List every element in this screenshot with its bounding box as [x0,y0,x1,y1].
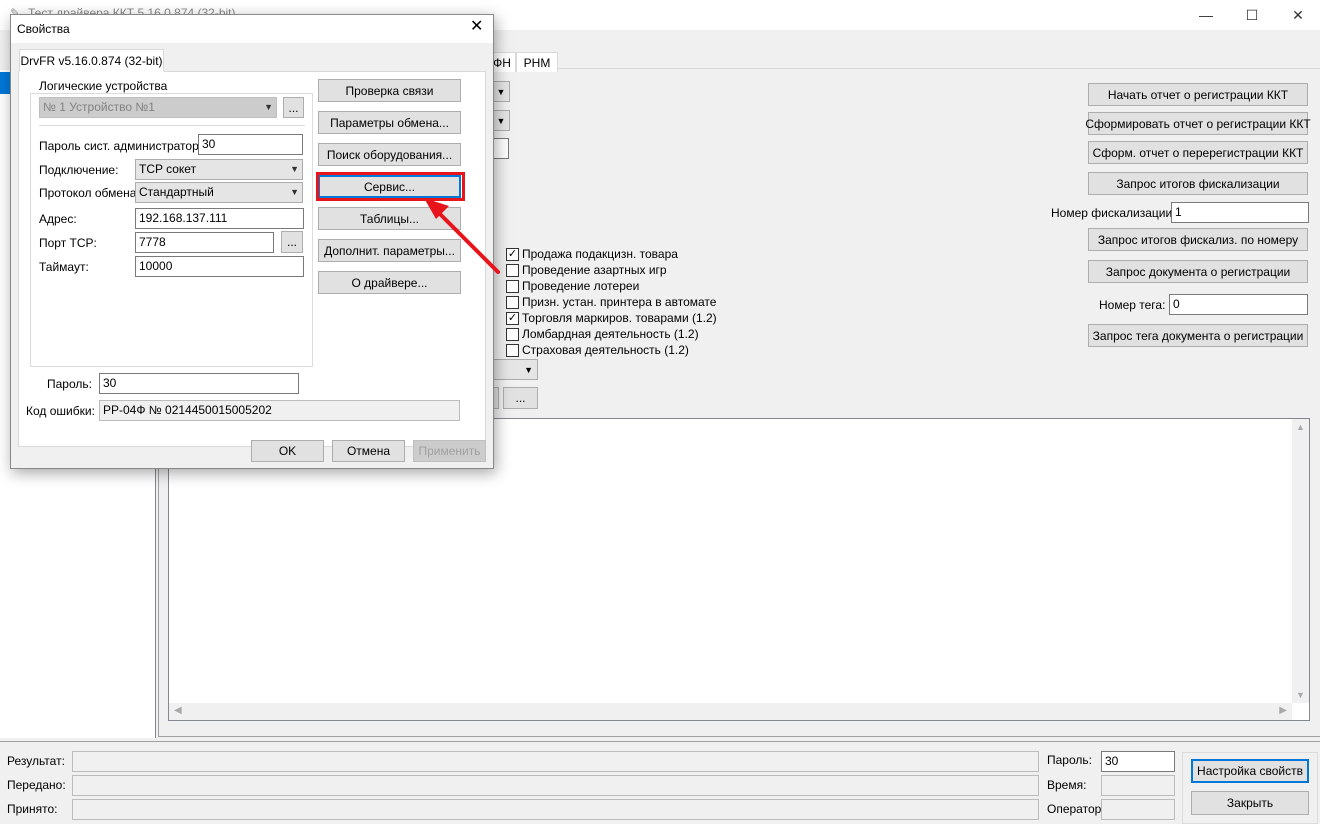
annotation-arrow [424,198,500,274]
annotation-arrow-line [436,210,500,274]
annotation-arrow-head [424,198,449,219]
